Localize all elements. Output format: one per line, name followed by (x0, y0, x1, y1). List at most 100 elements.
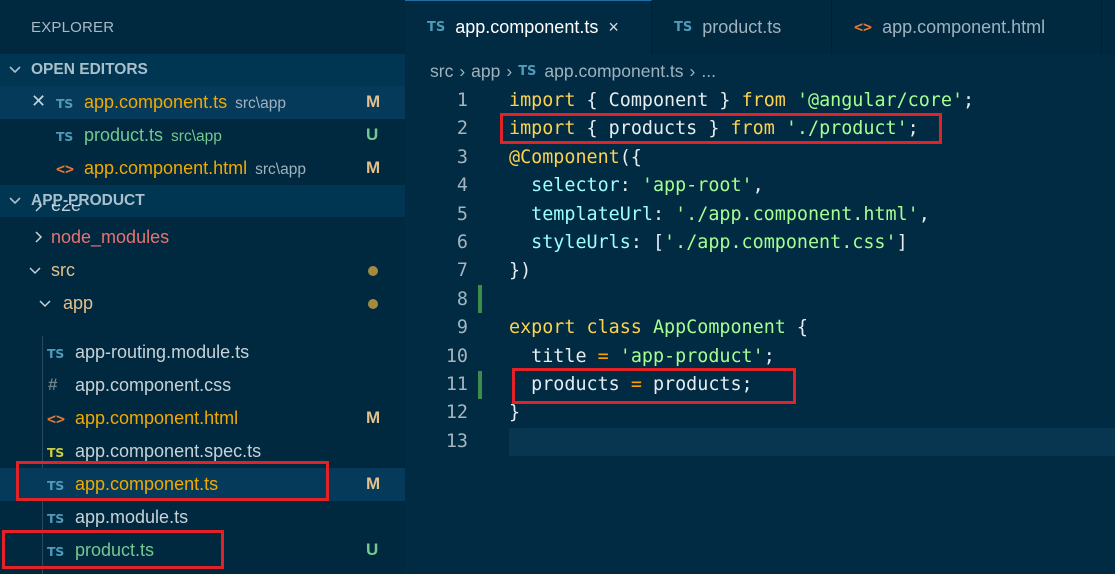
typescript-file-icon: TS (47, 478, 64, 493)
tab-label: app.component.ts (455, 17, 599, 37)
breadcrumb-item[interactable]: ... (701, 61, 716, 82)
line-number: 4 (456, 175, 468, 197)
open-editor-item[interactable]: ✕ TS app.component.ts src\app M (0, 86, 405, 119)
tree-file[interactable]: TS app.module.ts (0, 501, 405, 534)
typescript-file-icon: TS (56, 96, 73, 111)
code-line: 7 }) (405, 256, 1115, 284)
close-icon[interactable]: ✕ (31, 91, 46, 112)
code-line: 3 @Component({ (405, 143, 1115, 171)
tree-file[interactable]: <> app.component.html M (0, 402, 405, 435)
code-line: 4 selector: 'app-root', (405, 171, 1115, 199)
line-number: 11 (445, 374, 468, 395)
line-number: 8 (456, 288, 468, 310)
chevron-right-icon: › (459, 60, 466, 81)
line-number: 6 (456, 232, 468, 253)
git-status-badge: M (366, 408, 381, 427)
file-label: app.component.html (75, 408, 239, 428)
open-editor-filename: app.component.html (84, 158, 248, 178)
file-tree: e2e node_modules src app (0, 204, 405, 320)
breadcrumb-item[interactable]: app.component.ts (544, 61, 683, 82)
line-number: 10 (445, 345, 468, 367)
app-folder-files: TS app-routing.module.ts # app.component… (0, 336, 405, 567)
explorer-sidebar: EXPLORER OPEN EDITORS ✕ TS app.component… (0, 0, 405, 574)
tree-file[interactable]: # app.component.css (0, 369, 405, 402)
code-line: 5 templateUrl: './app.component.html', (405, 200, 1115, 228)
html-file-icon: <> (56, 160, 75, 178)
line-number: 13 (445, 430, 468, 452)
typescript-file-icon: TS (56, 129, 73, 144)
chevron-right-icon: › (689, 60, 696, 81)
modified-dot (368, 299, 378, 309)
explorer-title: EXPLORER (31, 18, 115, 36)
tree-file-selected[interactable]: TS app.component.ts M (0, 468, 405, 501)
open-editor-path: src\app (171, 128, 222, 145)
file-label: app.component.css (75, 375, 232, 395)
line-number: 12 (445, 402, 468, 424)
git-status-badge: M (366, 474, 381, 493)
chevron-right-icon (35, 231, 43, 243)
tree-folder-e2e[interactable]: e2e (0, 204, 405, 221)
folder-label: node_modules (51, 227, 170, 247)
typescript-file-icon: TS (518, 63, 537, 79)
tree-file[interactable]: TS app-routing.module.ts (0, 336, 405, 369)
file-label: app.component.spec.ts (75, 441, 262, 461)
open-editor-filename: app.component.ts (84, 92, 228, 112)
line-number: 5 (456, 203, 468, 225)
file-label: app.module.ts (75, 507, 189, 527)
chevron-down-icon (9, 66, 21, 74)
chevron-down-icon (29, 267, 41, 275)
file-label: app-routing.module.ts (75, 342, 250, 362)
open-editors-label: OPEN EDITORS (31, 61, 148, 78)
code-line: 2 import { products } from './product'; (405, 114, 1115, 142)
git-status-badge: M (366, 92, 381, 111)
breadcrumb-item[interactable]: app (471, 61, 500, 82)
code-line: 6 styleUrls: ['./app.component.css'] (405, 228, 1115, 256)
open-editor-item[interactable]: <> app.component.html src\app M (0, 152, 405, 185)
chevron-right-icon (35, 204, 43, 212)
code-line: 10 title = 'app-product'; (405, 342, 1115, 370)
tab-product-ts[interactable]: TS product.ts (652, 0, 832, 54)
tree-folder-src[interactable]: src (0, 254, 405, 287)
open-editors-header[interactable]: OPEN EDITORS (0, 54, 405, 86)
folder-label: src (51, 260, 75, 280)
modified-dot (368, 266, 378, 276)
tree-folder-node-modules[interactable]: node_modules (0, 221, 405, 254)
typescript-spec-file-icon: TS (47, 445, 64, 460)
git-status-badge: U (366, 125, 379, 144)
tab-app-component-ts[interactable]: TS app.component.ts × (405, 0, 652, 54)
typescript-file-icon: TS (427, 20, 446, 35)
tree-folder-app[interactable]: app (0, 287, 405, 320)
code-line: 8 (405, 285, 1115, 313)
line-number: 3 (456, 146, 468, 168)
code-line: 9 export class AppComponent { (405, 313, 1115, 341)
tab-bar: TS app.component.ts × TS product.ts <> a… (405, 0, 1115, 54)
breadcrumb-item[interactable]: src (430, 61, 453, 82)
folder-label: e2e (51, 204, 82, 215)
tree-file[interactable]: TS app.component.spec.ts (0, 435, 405, 468)
git-status-badge: M (366, 158, 381, 177)
tab-label: product.ts (702, 16, 782, 37)
line-number: 7 (456, 260, 468, 282)
tab-app-component-html[interactable]: <> app.component.html (832, 0, 1102, 54)
chevron-down-icon (39, 300, 51, 308)
file-label: app.component.ts (75, 474, 219, 494)
open-editor-path: src\app (255, 161, 306, 178)
typescript-file-icon: TS (47, 511, 64, 526)
code-line: 11 products = products; (405, 370, 1115, 398)
typescript-file-icon: TS (674, 19, 693, 35)
line-number: 1 (456, 90, 468, 111)
html-file-icon: <> (47, 410, 66, 428)
html-file-icon: <> (854, 18, 873, 36)
typescript-file-icon: TS (47, 346, 64, 361)
open-editor-path: src\app (235, 95, 286, 112)
tab-label: app.component.html (882, 16, 1046, 37)
editor-area: TS app.component.ts × TS product.ts <> a… (405, 0, 1115, 574)
css-file-icon: # (48, 375, 58, 394)
tree-file[interactable]: TS product.ts U (0, 534, 405, 567)
code-line: 12 } (405, 398, 1115, 426)
folder-label: app (63, 293, 94, 313)
git-status-badge: U (366, 540, 379, 559)
open-editor-item[interactable]: TS product.ts src\app U (0, 119, 405, 152)
typescript-file-icon: TS (47, 544, 64, 559)
close-icon[interactable]: × (608, 17, 619, 38)
